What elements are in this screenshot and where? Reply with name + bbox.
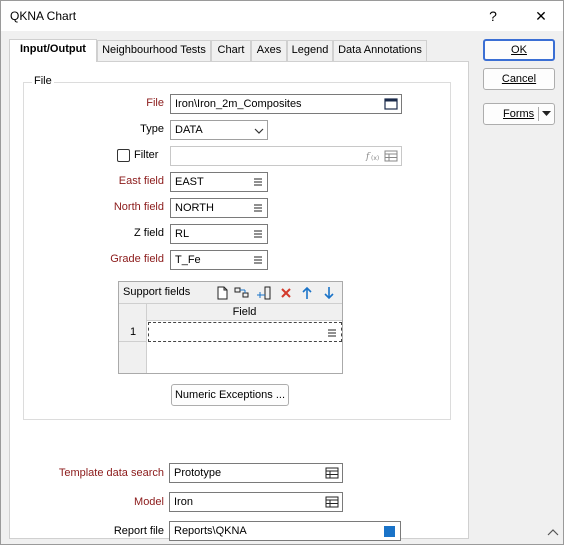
svg-text:(x): (x) [371,155,379,162]
field-column-header: Field [147,304,342,321]
z-field-value: RL [175,228,190,240]
filter-checkbox[interactable] [117,149,130,162]
report-file-input[interactable]: Reports\QKNA [169,521,401,541]
table-icon[interactable] [325,467,339,479]
type-select[interactable]: DATA [170,120,268,140]
file-value: Iron\Iron_2m_Composites [175,98,302,110]
ok-button[interactable]: OK [483,39,555,61]
table-icon[interactable] [384,150,398,162]
chevron-up-icon[interactable] [547,528,559,536]
file-browse-icon[interactable] [384,98,398,110]
report-file-label: Report file [113,525,164,537]
z-field-input[interactable]: RL [170,224,268,244]
table-icon[interactable] [325,496,339,508]
forms-label: Forms [503,108,535,120]
list-icon[interactable] [327,327,337,339]
tab-input-output[interactable]: Input/Output [9,39,97,62]
report-file-value: Reports\QKNA [174,525,247,537]
template-data-search-value: Prototype [174,467,222,479]
tab-data-annotations[interactable]: Data Annotations [333,40,427,61]
type-label: Type [140,123,164,135]
east-field-label: East field [118,175,164,187]
north-field-input[interactable]: NORTH [170,198,268,218]
filter-input[interactable]: f (x) [170,146,402,166]
list-icon[interactable] [253,176,263,188]
grade-field-input[interactable]: T_Fe [170,250,268,270]
list-icon[interactable] [253,228,263,240]
dropdown-arrow-icon[interactable] [542,111,551,117]
input-output-page: File File Iron\Iron_2m_Composites Type D… [9,61,469,541]
new-row-icon[interactable] [216,286,228,300]
tab-chart[interactable]: Chart [211,40,251,61]
chevron-down-icon [254,128,264,134]
forms-button[interactable]: Forms [483,103,555,125]
tab-axes[interactable]: Axes [251,40,287,61]
move-down-icon[interactable] [324,286,334,300]
move-up-icon[interactable] [302,286,312,300]
cancel-button[interactable]: Cancel [483,68,555,90]
model-label: Model [134,496,164,508]
support-fields-grid: Support fields Field 1 [118,281,343,374]
insert-row-icon[interactable] [234,286,250,300]
north-field-label: North field [113,201,164,213]
delete-icon[interactable] [280,287,292,299]
template-data-search-label: Template data search [58,467,164,479]
help-button[interactable]: ? [478,5,508,27]
model-value: Iron [174,496,193,508]
east-field-value: EAST [175,176,204,188]
expression-icon[interactable]: f (x) [365,150,381,162]
list-icon[interactable] [253,202,263,214]
file-input[interactable]: Iron\Iron_2m_Composites [170,94,402,114]
support-fields-title: Support fields [123,286,191,298]
report-output-icon[interactable] [384,526,395,537]
north-field-value: NORTH [175,202,214,214]
append-row-icon[interactable] [256,286,272,300]
z-field-label: Z field [134,227,164,239]
window-title: QKNA Chart [10,9,77,23]
qkna-chart-dialog: QKNA Chart ? ✕ Input/Output Neighbourhoo… [0,0,564,545]
title-bar: QKNA Chart ? ✕ [1,1,563,31]
grade-field-value: T_Fe [175,254,201,266]
support-field-cell[interactable] [148,322,342,342]
row-number: 1 [119,322,147,342]
grade-field-label: Grade field [110,253,164,265]
numeric-exceptions-button[interactable]: Numeric Exceptions ... [171,384,289,406]
tab-neighbourhood-tests[interactable]: Neighbourhood Tests [97,40,211,61]
forms-divider [538,107,539,121]
template-data-search-input[interactable]: Prototype [169,463,343,483]
tab-legend[interactable]: Legend [287,40,333,61]
close-button[interactable]: ✕ [526,5,556,27]
list-icon[interactable] [253,254,263,266]
support-fields-toolbar: Support fields [119,282,342,304]
model-input[interactable]: Iron [169,492,343,512]
filter-label: Filter [134,149,159,161]
type-value: DATA [175,124,203,136]
file-group: File File Iron\Iron_2m_Composites Type D… [23,75,451,420]
file-label: File [146,97,164,109]
east-field-input[interactable]: EAST [170,172,268,192]
file-group-title: File [32,75,54,87]
dialog-client: Input/Output Neighbourhood Tests Chart A… [1,31,563,544]
